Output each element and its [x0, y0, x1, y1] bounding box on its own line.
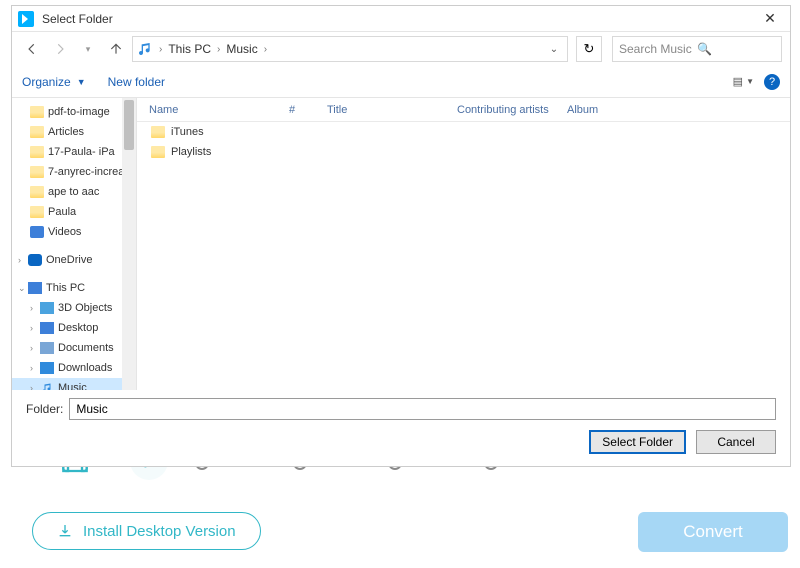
file-list: Name # Title Contributing artists Album …: [137, 98, 790, 390]
tree-scrollbar[interactable]: [122, 98, 136, 390]
folder-icon: [30, 186, 44, 198]
tree-item[interactable]: pdf-to-image📌: [12, 102, 136, 122]
search-icon: 🔍: [697, 42, 775, 56]
search-placeholder: Search Music: [619, 42, 697, 56]
folder-icon: [30, 106, 44, 118]
refresh-button[interactable]: ↻: [576, 36, 602, 62]
tree-item[interactable]: ›Documents: [12, 338, 136, 358]
folder-icon: [30, 166, 44, 178]
tree-item[interactable]: ›3D Objects: [12, 298, 136, 318]
forward-button[interactable]: [48, 37, 72, 61]
tree-item[interactable]: Paula: [12, 202, 136, 222]
crumb-music[interactable]: Music: [222, 42, 261, 56]
back-button[interactable]: [20, 37, 44, 61]
search-input[interactable]: Search Music 🔍: [612, 36, 782, 62]
folder-row-item[interactable]: Playlists: [137, 142, 790, 162]
chevron-down-icon: ▼: [77, 77, 86, 87]
crumb-this-pc[interactable]: This PC: [164, 42, 215, 56]
view-options[interactable]: ▤ ▼: [733, 75, 754, 88]
tree-item[interactable]: ›Downloads: [12, 358, 136, 378]
chevron-right-icon: ›: [157, 44, 164, 55]
nav-tree: pdf-to-image📌 Articles📌 17-Paula- iPa📌 7…: [12, 98, 137, 390]
folder-icon: [151, 126, 165, 138]
folder-icon: [30, 146, 44, 158]
tree-item[interactable]: Videos: [12, 222, 136, 242]
folder-name-input[interactable]: [69, 398, 776, 420]
downloads-icon: [40, 362, 54, 374]
dialog-title: Select Folder: [42, 12, 750, 26]
tree-onedrive[interactable]: ›OneDrive: [12, 250, 136, 270]
music-icon: [137, 41, 153, 57]
col-name[interactable]: Name: [137, 104, 277, 116]
folder-row-item[interactable]: iTunes: [137, 122, 790, 142]
desktop-icon: [40, 322, 54, 334]
new-folder-button[interactable]: New folder: [108, 75, 165, 89]
tree-item[interactable]: 17-Paula- iPa📌: [12, 142, 136, 162]
col-title[interactable]: Title: [315, 104, 445, 116]
tree-item-selected[interactable]: ›Music: [12, 378, 136, 390]
tree-item[interactable]: ›Desktop: [12, 318, 136, 338]
organize-menu[interactable]: Organize▼: [22, 75, 86, 89]
folder-icon: [30, 126, 44, 138]
close-button[interactable]: ✕: [750, 6, 790, 32]
up-button[interactable]: [104, 37, 128, 61]
col-number[interactable]: #: [277, 104, 315, 116]
tree-this-pc[interactable]: ⌄This PC: [12, 278, 136, 298]
onedrive-icon: [28, 254, 42, 266]
address-bar[interactable]: › This PC › Music › ⌄: [132, 36, 568, 62]
cancel-button[interactable]: Cancel: [696, 430, 776, 454]
videos-icon: [30, 226, 44, 238]
col-album[interactable]: Album: [555, 104, 645, 116]
documents-icon: [40, 342, 54, 354]
pc-icon: [28, 282, 42, 294]
3d-icon: [40, 302, 54, 314]
tree-item[interactable]: 7-anyrec-increas: [12, 162, 136, 182]
folder-icon: [30, 206, 44, 218]
recent-dropdown[interactable]: ▾: [76, 37, 100, 61]
chevron-right-icon: ›: [262, 44, 269, 55]
address-dropdown[interactable]: ⌄: [545, 44, 563, 55]
tree-item[interactable]: ape to aac: [12, 182, 136, 202]
folder-label: Folder:: [26, 402, 63, 416]
column-headers[interactable]: Name # Title Contributing artists Album: [137, 98, 790, 122]
chevron-right-icon: ›: [215, 44, 222, 55]
convert-button[interactable]: Convert: [638, 512, 788, 552]
app-icon: [18, 11, 34, 27]
install-desktop-button[interactable]: Install Desktop Version: [32, 512, 261, 550]
col-artists[interactable]: Contributing artists: [445, 104, 555, 116]
folder-icon: [151, 146, 165, 158]
help-button[interactable]: ?: [764, 74, 780, 90]
tree-item[interactable]: Articles📌: [12, 122, 136, 142]
select-folder-button[interactable]: Select Folder: [589, 430, 686, 454]
select-folder-dialog: Select Folder ✕ ▾ › This PC › Music › ⌄ …: [11, 5, 791, 467]
music-icon: [40, 382, 54, 390]
download-icon: [57, 523, 73, 539]
